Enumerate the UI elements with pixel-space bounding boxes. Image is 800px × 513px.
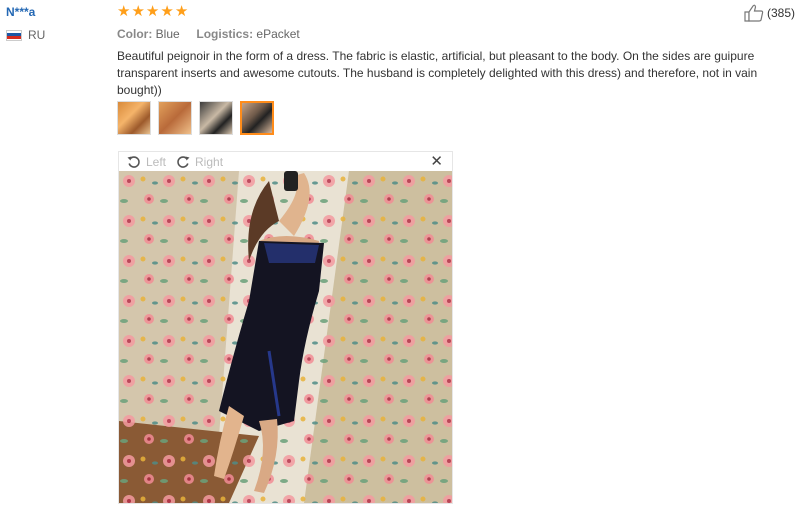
rotate-left-icon [127, 155, 140, 168]
color-value: Blue [155, 27, 180, 41]
logistics-value: ePacket [256, 27, 300, 41]
rotate-right-button[interactable]: Right [176, 155, 223, 169]
reviewer-name[interactable]: N***a [6, 4, 106, 20]
color-label: Color: [117, 27, 153, 41]
star-icon: ★ [145, 3, 160, 20]
review-thumbnail[interactable] [199, 101, 233, 135]
review-thumbnails [117, 101, 274, 135]
reviewer-info: N***a RU [6, 4, 106, 42]
star-icon: ★ [174, 3, 189, 20]
review-thumbnail[interactable] [158, 101, 192, 135]
order-meta: Color: Blue Logistics: ePacket [117, 26, 787, 42]
review-text: Beautiful peignoir in the form of a dres… [117, 49, 758, 97]
review-photo-graphic [119, 171, 452, 503]
star-icon: ★ [131, 3, 145, 20]
star-rating: ★ ★ ★ ★ ★ [117, 4, 787, 20]
helpful-count: (385) [766, 6, 795, 20]
rotate-left-button[interactable]: Left [127, 155, 166, 169]
rotate-right-icon [177, 155, 190, 168]
rotate-left-label: Left [146, 154, 167, 169]
image-viewer: Left Right ✕ [118, 151, 453, 504]
logistics-label: Logistics: [196, 27, 254, 41]
review-thumbnail[interactable] [117, 101, 151, 135]
review-thumbnail-active[interactable] [240, 101, 274, 135]
thumbs-up-icon [744, 4, 764, 22]
review-body: ★ ★ ★ ★ ★ Color: Blue Logistics: ePacket… [117, 4, 787, 99]
star-icon: ★ [160, 3, 174, 20]
reviewer-country: RU [6, 28, 106, 42]
viewer-toolbar: Left Right ✕ [119, 152, 452, 171]
helpful-button[interactable]: (385) [744, 4, 795, 22]
review-photo [119, 171, 452, 503]
rotate-right-label: Right [195, 154, 224, 169]
star-icon: ★ [117, 3, 131, 20]
russia-flag-icon [6, 29, 22, 41]
country-code: RU [28, 28, 46, 42]
close-icon[interactable]: ✕ [430, 154, 443, 169]
